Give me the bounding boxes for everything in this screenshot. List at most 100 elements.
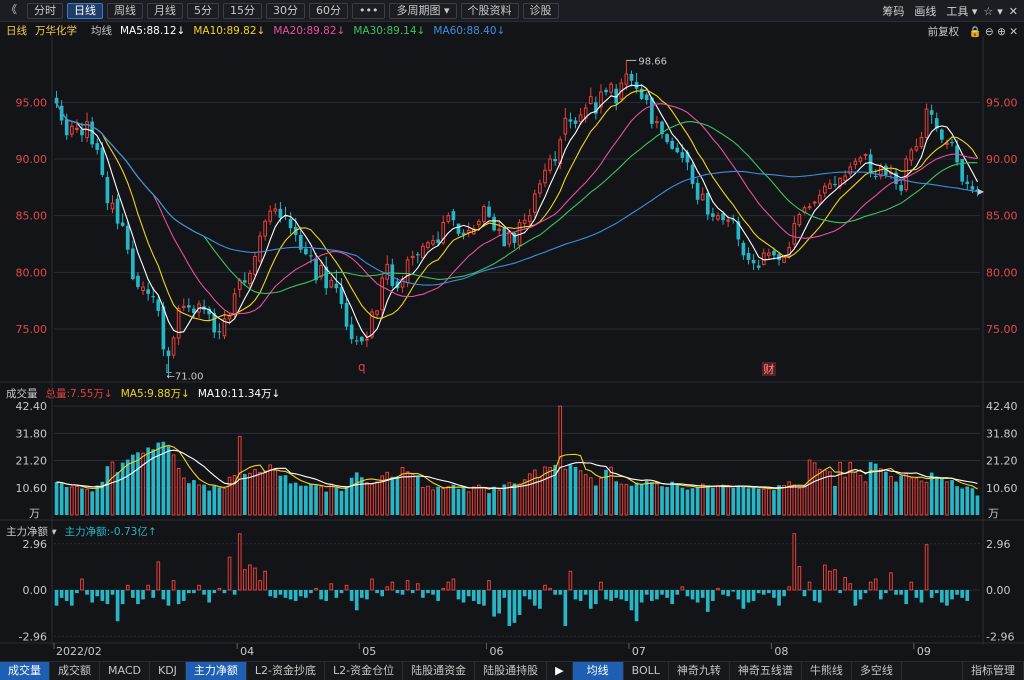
candle-body[interactable] [80,129,84,136]
candle-body[interactable] [359,336,364,342]
volume-bar[interactable] [293,482,298,515]
flow-bar[interactable] [853,590,858,606]
candle-body[interactable] [904,158,909,191]
flow-bar[interactable] [176,590,181,605]
flow-bar[interactable] [273,590,278,598]
volume-bar[interactable] [136,452,140,515]
candle-body[interactable] [767,252,771,256]
flow-bar[interactable] [583,590,588,595]
candle-body[interactable] [705,193,710,215]
volume-bar[interactable] [502,484,507,515]
volume-bar[interactable] [95,485,100,515]
flow-bar[interactable] [929,590,934,598]
flow-bar[interactable] [64,590,69,601]
flow-bar[interactable] [268,590,273,597]
flow-bar[interactable] [777,590,781,606]
flow-bar[interactable] [761,590,766,595]
volume-bar[interactable] [334,487,339,515]
candle-body[interactable] [563,117,568,135]
flow-bar[interactable] [426,590,430,594]
volume-bar[interactable] [471,486,476,516]
volume-bar[interactable] [324,491,329,515]
volume-bar[interactable] [955,486,959,515]
volume-bar[interactable] [354,472,359,515]
volume-bar[interactable] [924,481,929,516]
volume-bar[interactable] [594,485,598,515]
candle-body[interactable] [263,220,267,237]
candle-body[interactable] [761,252,766,265]
volume-bar[interactable] [843,476,848,516]
flow-bar[interactable] [253,567,257,591]
candle-body[interactable] [629,74,634,81]
volume-bar[interactable] [268,464,273,516]
flow-bar[interactable] [532,590,537,606]
volume-bar[interactable] [695,487,700,515]
volume-bar[interactable] [482,487,486,516]
flow-bar[interactable] [466,590,471,597]
volume-bar[interactable] [940,478,944,515]
flow-bar[interactable] [456,590,461,600]
volume-bar[interactable] [807,459,812,516]
candle-body[interactable] [268,210,273,222]
flow-bar[interactable] [105,590,110,605]
flow-bar[interactable] [131,590,135,598]
volume-bar[interactable] [242,473,247,515]
volume-bar[interactable] [207,490,212,515]
flow-bar[interactable] [410,590,415,594]
flow-bar[interactable] [390,581,395,591]
flow-bar[interactable] [334,590,339,598]
flow-bar[interactable] [924,544,929,591]
flow-bar[interactable] [792,533,797,591]
volume-bar[interactable] [884,471,888,515]
volume-bar[interactable] [609,466,613,516]
flow-bar[interactable] [782,590,786,597]
candle-body[interactable] [863,153,868,157]
flow-bar[interactable] [497,590,502,614]
volume-bar[interactable] [319,486,323,516]
candle-body[interactable] [110,202,115,210]
flow-bar[interactable] [772,590,776,598]
volume-bar[interactable] [838,461,842,516]
candle-body[interactable] [156,299,161,311]
tab-bull-bear[interactable]: 牛熊线 [802,662,852,680]
volume-bar[interactable] [578,470,583,516]
volume-bar[interactable] [217,487,222,515]
tab-l2-bottom[interactable]: L2-资金抄底 [247,662,326,680]
candle-body[interactable] [431,240,435,245]
volume-bar[interactable] [705,485,710,515]
flow-bar[interactable] [685,590,690,597]
volume-bar[interactable] [614,481,619,515]
candle-body[interactable] [487,206,491,217]
candle-body[interactable] [166,350,171,357]
volume-bar[interactable] [782,484,786,516]
volume-bar[interactable] [731,487,736,515]
flow-bar[interactable] [258,580,262,591]
candle-body[interactable] [543,169,547,184]
flow-bar[interactable] [594,590,598,605]
candle-body[interactable] [858,157,863,162]
volume-bar[interactable] [202,484,206,515]
volume-bar[interactable] [767,488,771,516]
candle-body[interactable] [914,146,919,151]
candle-body[interactable] [151,296,156,298]
candle-body[interactable] [329,279,334,288]
candle-body[interactable] [965,181,970,184]
volume-bar[interactable] [370,483,374,516]
volume-bar[interactable] [115,472,120,515]
volume-bar[interactable] [721,484,725,515]
volume-bar[interactable] [685,489,690,515]
flow-bar[interactable] [136,590,140,605]
volume-bar[interactable] [919,480,924,516]
flow-bar[interactable] [166,590,171,606]
flow-bar[interactable] [431,590,435,595]
flow-bar[interactable] [314,587,318,591]
volume-bar[interactable] [446,485,451,516]
tab-northbound-hold[interactable]: 陆股通持股 [475,662,548,680]
tab-kdj[interactable]: KDJ [150,662,186,680]
candle-body[interactable] [248,272,252,285]
candle-body[interactable] [873,176,878,178]
flow-bar[interactable] [629,590,634,611]
flow-bar[interactable] [950,590,954,600]
flow-bar[interactable] [833,569,837,591]
volume-bar[interactable] [75,485,79,516]
